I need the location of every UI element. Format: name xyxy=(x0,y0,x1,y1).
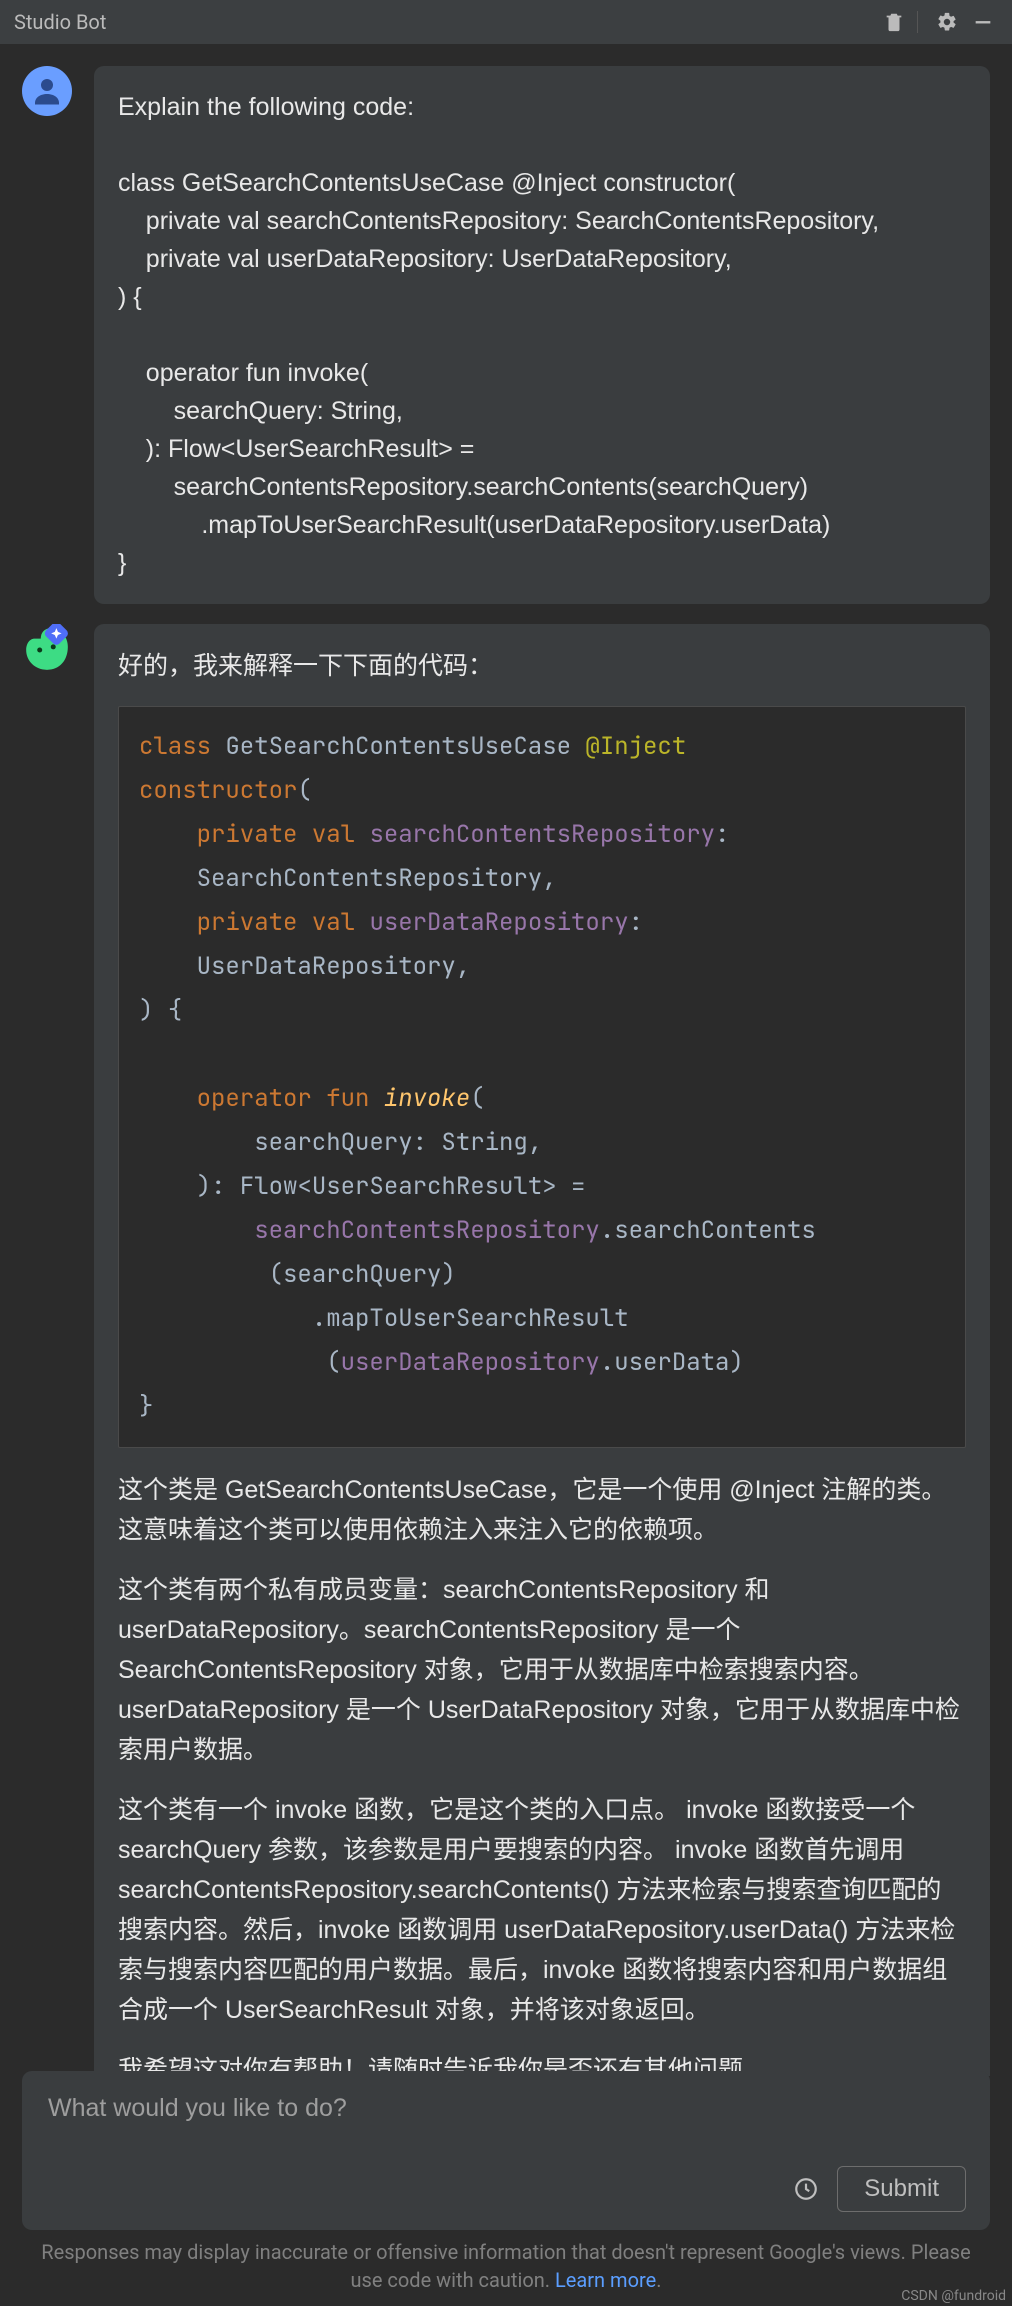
prompt-input[interactable] xyxy=(46,2093,970,2124)
window-title: Studio Bot xyxy=(14,10,873,34)
bot-para-2: 这个类有两个私有成员变量：searchContentsRepository 和 … xyxy=(118,1570,966,1770)
history-icon[interactable] xyxy=(793,2176,819,2202)
titlebar-divider xyxy=(917,11,918,33)
bot-para-1: 这个类是 GetSearchContentsUseCase，它是一个使用 @In… xyxy=(118,1470,966,1550)
disclaimer-footer: Responses may display inaccurate or offe… xyxy=(0,2238,1012,2294)
submit-button[interactable]: Submit xyxy=(837,2166,966,2212)
user-message-text: Explain the following code: class GetSea… xyxy=(118,88,966,582)
input-area: Submit xyxy=(0,2071,1012,2230)
input-box: Submit xyxy=(22,2071,990,2230)
user-avatar xyxy=(22,66,72,116)
chat-area: Explain the following code: class GetSea… xyxy=(0,44,1012,2076)
gear-icon[interactable] xyxy=(932,7,962,37)
bot-message-row: 好的，我来解释一下下面的代码： class GetSearchContentsU… xyxy=(22,624,990,2076)
disclaimer-suffix: . xyxy=(656,2268,661,2292)
bot-para-3: 这个类有一个 invoke 函数，它是这个类的入口点。 invoke 函数接受一… xyxy=(118,1790,966,2030)
bot-intro-text: 好的，我来解释一下下面的代码： xyxy=(118,646,966,686)
titlebar: Studio Bot xyxy=(0,0,1012,44)
bot-code-block: class GetSearchContentsUseCase @Inject c… xyxy=(118,706,966,1448)
user-message-row: Explain the following code: class GetSea… xyxy=(22,66,990,604)
user-message-bubble: Explain the following code: class GetSea… xyxy=(94,66,990,604)
watermark-text: CSDN @fundroid xyxy=(901,2288,1006,2304)
disclaimer-text: Responses may display inaccurate or offe… xyxy=(41,2240,970,2292)
learn-more-link[interactable]: Learn more xyxy=(555,2268,656,2292)
bot-message-bubble: 好的，我来解释一下下面的代码： class GetSearchContentsU… xyxy=(94,624,990,2076)
trash-icon[interactable] xyxy=(879,7,909,37)
minimize-icon[interactable] xyxy=(968,7,998,37)
bot-avatar xyxy=(22,624,72,674)
